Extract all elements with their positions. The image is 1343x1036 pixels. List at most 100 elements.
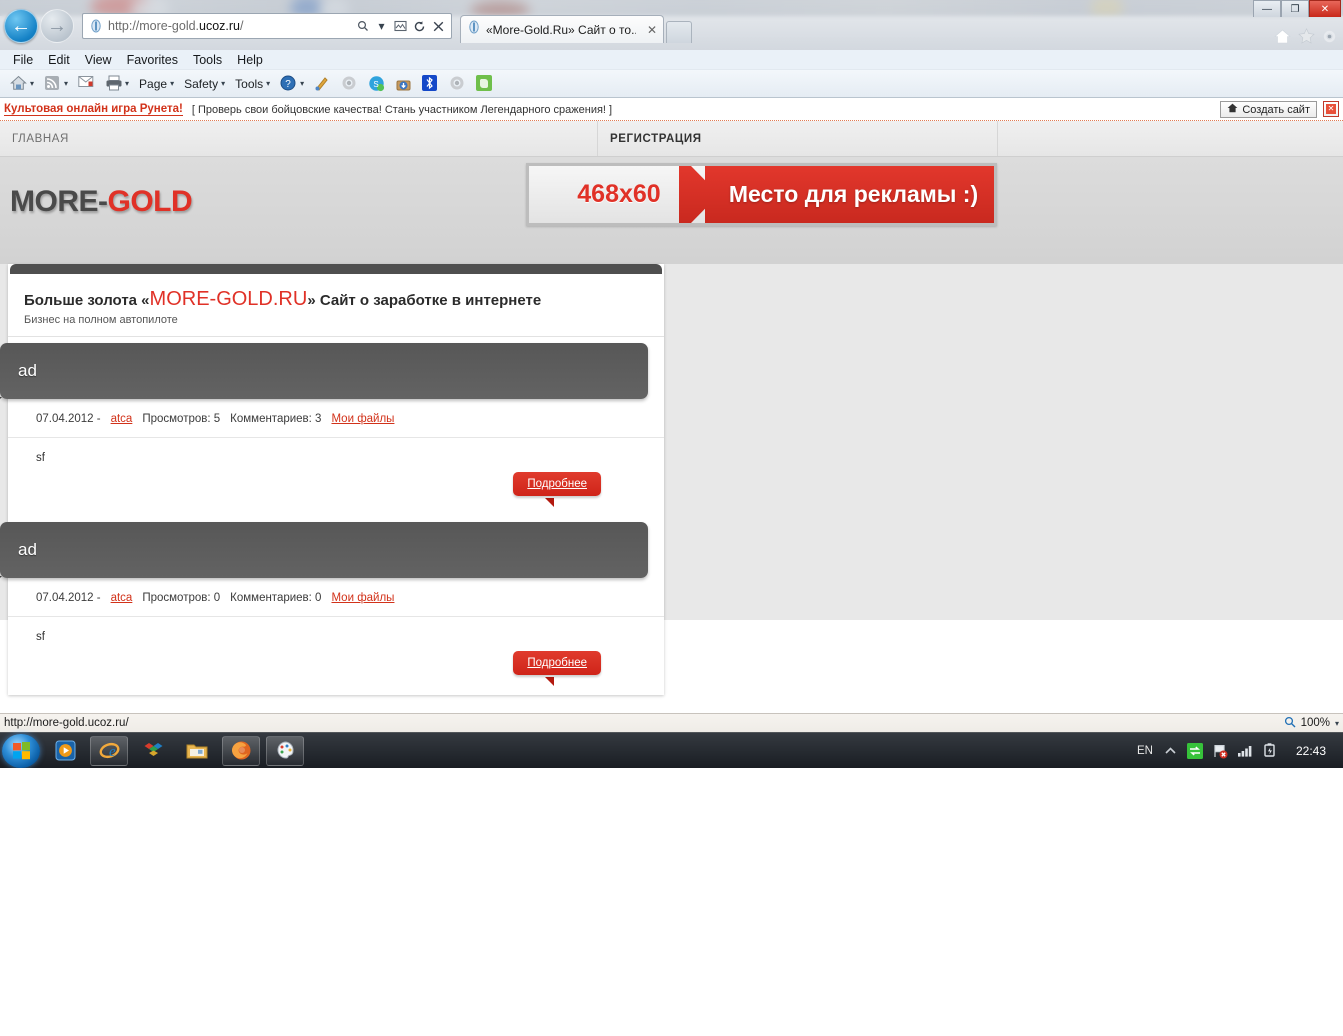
address-bar[interactable]: http://more-gold.ucoz.ru/ ▾	[82, 13, 452, 39]
tools-gear-icon[interactable]	[1322, 29, 1337, 48]
tab-title: «More-Gold.Ru» Сайт о то...	[486, 22, 636, 37]
action-center-flag-icon[interactable]	[1212, 743, 1228, 759]
house-icon	[1227, 103, 1238, 116]
site-title-block: Больше золота «MORE-GOLD.RU» Сайт о зара…	[8, 274, 664, 337]
post-author-link[interactable]: atca	[111, 413, 133, 425]
addon-skype[interactable]: S	[364, 73, 389, 94]
taskbar-dropbox[interactable]	[134, 736, 172, 766]
svg-text:?: ?	[285, 79, 291, 90]
post-header-tail	[0, 397, 2, 407]
stop-icon[interactable]	[430, 16, 447, 36]
signal-bars-icon[interactable]	[1237, 743, 1253, 759]
menu-edit[interactable]: Edit	[41, 51, 77, 69]
command-print[interactable]: ▾	[101, 73, 133, 94]
create-site-button[interactable]: Создать сайт	[1220, 101, 1317, 118]
read-more-button[interactable]: Подробнее	[513, 472, 601, 496]
site-logo[interactable]: MORE-GOLD	[10, 185, 193, 219]
tab-favicon-icon	[467, 20, 481, 39]
chevron-down-icon[interactable]: ▾	[170, 79, 174, 88]
ucoz-promo-text: [ Проверь свои бойцовские качества! Стан…	[191, 103, 613, 116]
nav-item-home[interactable]: ГЛАВНАЯ	[0, 121, 598, 156]
addon-gear-1[interactable]	[337, 73, 362, 94]
search-dropdown-caret-icon[interactable]: ▾	[373, 16, 390, 36]
logo-part-1: MORE-	[10, 185, 108, 218]
post-comments: Комментариев: 3	[230, 413, 322, 425]
menu-view[interactable]: View	[78, 51, 119, 69]
nav-item-registration[interactable]: РЕГИСТРАЦИЯ	[598, 121, 998, 156]
chevron-down-icon[interactable]: ▾	[1335, 719, 1339, 728]
chevron-down-icon[interactable]: ▾	[64, 79, 68, 88]
network-transfer-icon[interactable]	[1187, 742, 1203, 759]
command-safety[interactable]: Safety ▾	[180, 75, 229, 93]
favorites-star-icon[interactable]	[1298, 28, 1315, 48]
close-promo-button[interactable]: ✕	[1323, 101, 1339, 117]
address-bar-icons[interactable]: ▾	[354, 16, 449, 36]
post-views: Просмотров: 0	[142, 592, 221, 604]
chevron-down-icon[interactable]: ▾	[221, 79, 225, 88]
back-button[interactable]: ←	[4, 9, 38, 43]
menu-file[interactable]: File	[6, 51, 40, 69]
tab-close-icon[interactable]: ✕	[641, 23, 657, 37]
post-category-link[interactable]: Мои файлы	[331, 592, 394, 604]
menu-tools[interactable]: Tools	[186, 51, 229, 69]
tray-language[interactable]: EN	[1137, 745, 1153, 757]
post-header[interactable]: ad	[0, 522, 648, 586]
post-category-link[interactable]: Мои файлы	[331, 413, 394, 425]
forward-button[interactable]: →	[40, 9, 74, 43]
ad-banner[interactable]: 468x60 Место для рекламы :)	[526, 163, 997, 226]
column-cap	[10, 264, 662, 274]
command-feeds[interactable]: ▾	[40, 73, 72, 94]
taskbar-paint[interactable]	[266, 735, 304, 766]
taskbar-firefox[interactable]	[222, 735, 260, 766]
home-icon[interactable]	[1274, 29, 1291, 48]
chevron-down-icon[interactable]: ▾	[125, 79, 129, 88]
command-read-mail[interactable]	[74, 73, 99, 94]
status-bar: http://more-gold.ucoz.ru/ 100% ▾	[0, 713, 1343, 732]
skype-icon: S	[368, 75, 385, 92]
read-more-tail	[545, 498, 554, 507]
gear-icon	[341, 75, 358, 92]
battery-plug-icon[interactable]	[1262, 743, 1278, 759]
ucoz-promo-link[interactable]: Культовая онлайн игра Рунета!	[4, 103, 183, 116]
taskbar: e EN 22:43	[0, 732, 1343, 768]
command-home[interactable]: ▾	[6, 73, 38, 94]
address-text[interactable]: http://more-gold.ucoz.ru/	[108, 19, 354, 33]
bluetooth-icon	[422, 75, 439, 92]
chevron-down-icon[interactable]: ▾	[266, 79, 270, 88]
addon-gear-2[interactable]	[445, 73, 470, 94]
addon-javascript[interactable]	[310, 73, 335, 94]
site-subtitle: Бизнес на полном автопилоте	[24, 314, 178, 326]
chevron-down-icon[interactable]: ▾	[300, 79, 304, 88]
compatibility-view-icon[interactable]	[392, 16, 409, 36]
command-help[interactable]: ? ▾	[276, 73, 308, 94]
navigation-row: ← → http://more-gold.ucoz.ru/ ▾ «More-Go…	[0, 8, 1343, 44]
taskbar-file-explorer[interactable]	[178, 736, 216, 766]
menu-favorites[interactable]: Favorites	[120, 51, 185, 69]
zoom-control[interactable]: 100% ▾	[1284, 716, 1339, 731]
svg-text:e: e	[109, 744, 116, 760]
browser-tab[interactable]: «More-Gold.Ru» Сайт о то... ✕	[460, 15, 665, 43]
printer-icon	[105, 75, 122, 92]
taskbar-media-player[interactable]	[46, 736, 84, 766]
post-entry: ad 07.04.2012 - atca Просмотров: 0 Комме…	[0, 522, 664, 695]
post-header[interactable]: ad	[0, 343, 648, 407]
addon-evernote[interactable]	[472, 73, 497, 94]
taskbar-internet-explorer[interactable]: e	[90, 735, 128, 766]
new-tab-button[interactable]	[666, 21, 693, 43]
post-author-link[interactable]: atca	[111, 592, 133, 604]
search-icon[interactable]	[354, 16, 371, 36]
addon-bluetooth[interactable]	[418, 73, 443, 94]
post-comments: Комментариев: 0	[230, 592, 322, 604]
menu-help[interactable]: Help	[230, 51, 270, 69]
chevron-down-icon[interactable]: ▾	[30, 79, 34, 88]
read-more-button[interactable]: Подробнее	[513, 651, 601, 675]
addon-download-manager[interactable]	[391, 73, 416, 94]
site-navigation: ГЛАВНАЯ РЕГИСТРАЦИЯ	[0, 121, 1343, 157]
command-bar: ▾ ▾ ▾ Page ▾ Safety ▾ Tools ▾ ? ▾ S	[0, 70, 1343, 98]
taskbar-clock[interactable]: 22:43	[1287, 744, 1335, 758]
command-tools[interactable]: Tools ▾	[231, 75, 274, 93]
start-button[interactable]	[2, 733, 40, 768]
command-page[interactable]: Page ▾	[135, 75, 178, 93]
show-hidden-icons-icon[interactable]	[1162, 743, 1178, 759]
refresh-icon[interactable]	[411, 16, 428, 36]
